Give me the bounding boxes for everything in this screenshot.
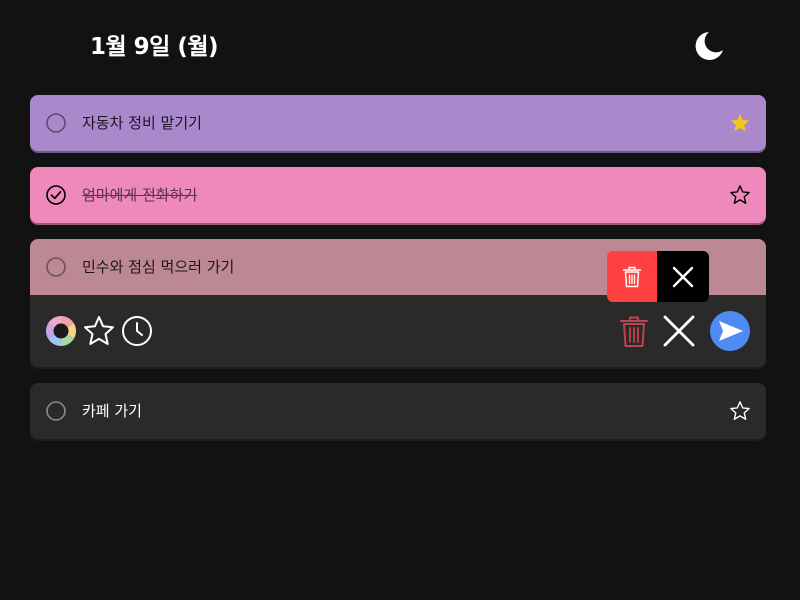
swipe-delete-button[interactable] bbox=[607, 251, 657, 302]
close-icon bbox=[663, 315, 695, 347]
send-icon bbox=[719, 321, 743, 341]
todo-item[interactable]: 엄마에게 전화하기 bbox=[30, 167, 766, 223]
star-button[interactable] bbox=[82, 314, 116, 348]
todo-edit-toolbar bbox=[30, 295, 766, 367]
theme-toggle-button[interactable] bbox=[690, 29, 724, 63]
todo-text: 엄마에게 전화하기 bbox=[82, 186, 198, 204]
swipe-action-menu bbox=[607, 251, 709, 302]
todo-text: 자동차 정비 맡기기 bbox=[82, 114, 202, 132]
circle-icon bbox=[46, 257, 66, 277]
check-circle-icon bbox=[46, 185, 66, 205]
star-toggle[interactable] bbox=[729, 112, 751, 134]
complete-checkbox[interactable] bbox=[46, 113, 66, 133]
complete-checkbox[interactable] bbox=[46, 257, 66, 277]
delete-button[interactable] bbox=[618, 315, 650, 349]
clock-icon bbox=[122, 316, 152, 346]
trash-icon bbox=[620, 316, 648, 347]
complete-checkbox[interactable] bbox=[46, 185, 66, 205]
page-title-date: 1월 9일 (월) bbox=[90, 34, 219, 60]
star-toggle[interactable] bbox=[729, 184, 751, 206]
circle-icon bbox=[46, 113, 66, 133]
trash-icon bbox=[622, 266, 642, 287]
star-outline-icon bbox=[730, 185, 750, 204]
todo-item[interactable]: 카페 가기 bbox=[30, 383, 766, 439]
star-filled-icon bbox=[730, 113, 750, 132]
moon-icon bbox=[695, 32, 723, 60]
circle-icon bbox=[46, 401, 66, 421]
star-toggle[interactable] bbox=[729, 400, 751, 422]
complete-checkbox[interactable] bbox=[46, 401, 66, 421]
submit-button[interactable] bbox=[710, 311, 750, 351]
todo-text: 카페 가기 bbox=[82, 402, 142, 420]
color-palette-icon bbox=[45, 316, 77, 346]
star-outline-icon bbox=[730, 401, 750, 420]
cancel-button[interactable] bbox=[661, 313, 697, 349]
star-icon bbox=[84, 316, 114, 345]
color-picker-button[interactable] bbox=[45, 315, 77, 347]
swipe-close-button[interactable] bbox=[657, 251, 709, 302]
reminder-button[interactable] bbox=[121, 315, 153, 347]
todo-item[interactable]: 자동차 정비 맡기기 bbox=[30, 95, 766, 151]
todo-text: 민수와 점심 먹으러 가기 bbox=[82, 258, 235, 276]
close-icon bbox=[672, 266, 694, 287]
